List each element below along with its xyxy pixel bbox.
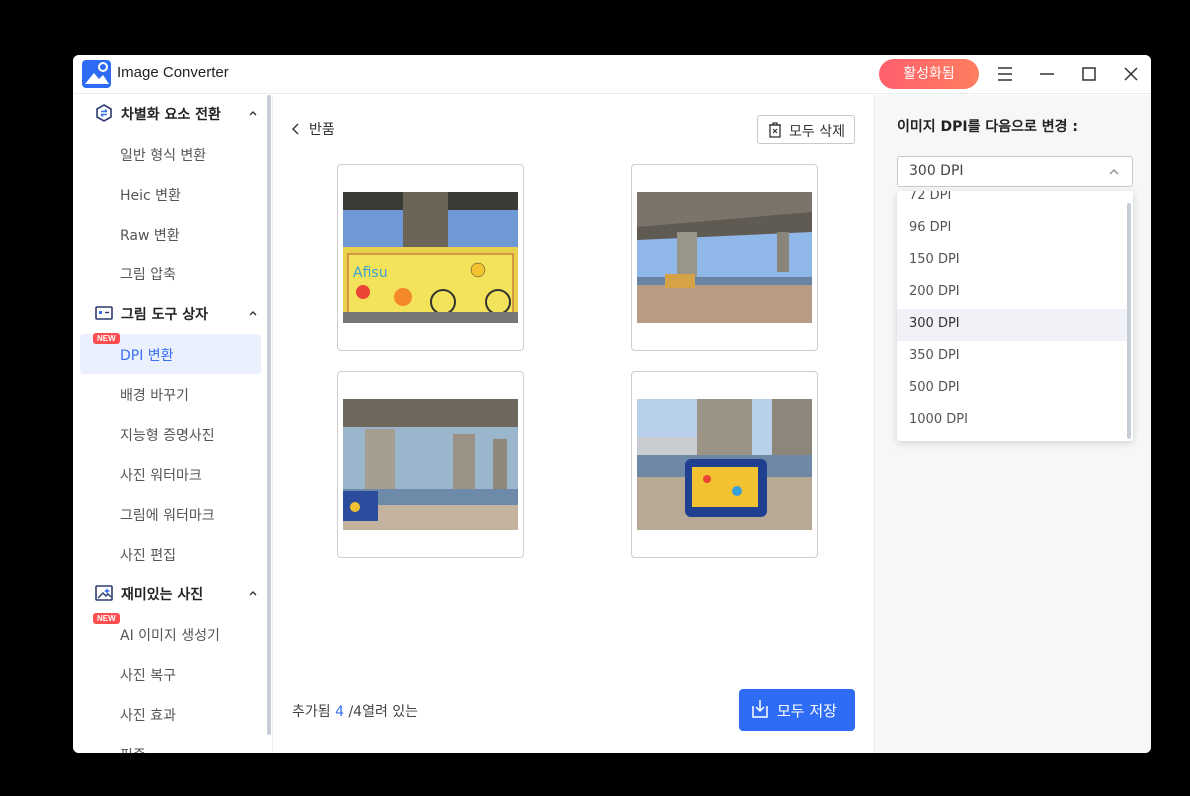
image-thumbnail-card[interactable]: Afisu xyxy=(337,164,524,351)
close-icon[interactable] xyxy=(1120,63,1142,85)
thumbnail-image xyxy=(637,192,812,323)
photo-graffiti-wall: Afisu xyxy=(343,192,518,323)
dpi-option[interactable]: 500 DPI xyxy=(897,373,1127,405)
dpi-option[interactable]: 1000 DPI xyxy=(897,405,1127,437)
sidebar-item-heic[interactable]: Heic 변환 xyxy=(80,174,261,214)
photo-sparkle-icon xyxy=(95,585,113,601)
title-bar: Image Converter 활성화됨 xyxy=(73,55,1151,94)
delete-all-button[interactable]: 모두 삭제 xyxy=(757,115,855,144)
main-content: 반품 모두 삭제 Afisu 추가됨 4 /4열려 있는 모두 저장 xyxy=(272,95,874,753)
thumbnail-image xyxy=(637,399,812,530)
thumbnail-image: Afisu xyxy=(343,192,518,323)
sidebar-item-photo-effects[interactable]: 사진 효과 xyxy=(80,694,261,734)
sidebar-item-more[interactable]: 필증 xyxy=(80,734,261,753)
image-thumbnail-card[interactable] xyxy=(337,371,524,558)
sidebar-item-dpi[interactable]: NEW DPI 변환 xyxy=(80,333,261,374)
image-count-value: 4 xyxy=(335,704,345,720)
trash-icon xyxy=(769,122,781,138)
chevron-up-icon xyxy=(249,591,257,596)
section-header-toolbox[interactable]: 그림 도구 상자 xyxy=(95,301,265,325)
dpi-option[interactable]: 350 DPI xyxy=(897,341,1127,373)
dpi-option[interactable]: 96 DPI xyxy=(897,213,1127,245)
toolbox-icon xyxy=(95,306,113,320)
sidebar-item-ai-generator[interactable]: NEW AI 이미지 생성기 xyxy=(80,613,261,654)
sidebar: 차별화 요소 전환 일반 형식 변환 Heic 변환 Raw 변환 그림 압축 … xyxy=(73,95,271,753)
app-logo-icon xyxy=(82,60,111,88)
app-title: Image Converter xyxy=(117,64,229,81)
image-count: 추가됨 4 /4열려 있는 xyxy=(292,704,419,720)
section-header-fun-photos[interactable]: 재미있는 사진 xyxy=(95,581,265,605)
settings-panel: 이미지 DPI를 다음으로 변경 : 300 DPI 72 DPI 96 DPI… xyxy=(874,95,1151,753)
dropdown-scrollbar[interactable] xyxy=(1127,203,1131,439)
maximize-icon[interactable] xyxy=(1078,63,1100,85)
chevron-up-icon xyxy=(1109,169,1119,175)
sidebar-item-image-watermark[interactable]: 그림에 워터마크 xyxy=(80,494,261,534)
activate-button[interactable]: 활성화됨 xyxy=(879,59,979,89)
sidebar-item-background[interactable]: 배경 바꾸기 xyxy=(80,374,261,414)
sidebar-item-photo-edit[interactable]: 사진 편집 xyxy=(80,534,261,574)
dpi-option-selected[interactable]: 300 DPI xyxy=(897,309,1127,341)
download-icon xyxy=(752,700,768,718)
thumbnail-image xyxy=(343,399,518,530)
image-thumbnail-card[interactable] xyxy=(631,371,818,558)
menu-icon[interactable] xyxy=(994,63,1016,85)
dpi-dropdown-list: 72 DPI 96 DPI 150 DPI 200 DPI 300 DPI 35… xyxy=(897,191,1133,441)
image-thumbnail-card[interactable] xyxy=(631,164,818,351)
sidebar-item-general-format[interactable]: 일반 형식 변환 xyxy=(80,134,261,174)
chevron-up-icon xyxy=(249,111,257,116)
dpi-label: 이미지 DPI를 다음으로 변경 : xyxy=(897,119,1078,135)
sidebar-item-compress[interactable]: 그림 압축 xyxy=(80,253,261,293)
svg-text:Afisu: Afisu xyxy=(353,265,388,281)
sidebar-item-raw[interactable]: Raw 변환 xyxy=(80,214,261,254)
sidebar-item-photo-restore[interactable]: 사진 복구 xyxy=(80,654,261,694)
dpi-option[interactable]: 200 DPI xyxy=(897,277,1127,309)
chevron-left-icon xyxy=(292,123,299,135)
new-badge: NEW xyxy=(93,613,120,624)
chevron-up-icon xyxy=(249,311,257,316)
minimize-icon[interactable] xyxy=(1036,63,1058,85)
photo-riverside-sculpture xyxy=(637,399,812,530)
sidebar-item-id-photo[interactable]: 지능형 증명사진 xyxy=(80,414,261,454)
photo-bridge-pillars xyxy=(343,399,518,530)
photo-bridge-underside xyxy=(637,192,812,323)
dpi-select[interactable]: 300 DPI xyxy=(897,156,1133,187)
sidebar-scrollbar[interactable] xyxy=(267,95,271,735)
convert-shield-icon xyxy=(96,104,112,122)
app-window: Image Converter 활성화됨 차별화 요소 전환 일반 형식 변환 … xyxy=(73,55,1151,753)
new-badge: NEW xyxy=(93,333,120,344)
dpi-option[interactable]: 150 DPI xyxy=(897,245,1127,277)
dpi-option[interactable]: 72 DPI xyxy=(897,191,1127,213)
section-header-conversion[interactable]: 차별화 요소 전환 xyxy=(95,101,265,125)
save-all-button[interactable]: 모두 저장 xyxy=(739,689,855,731)
sidebar-item-photo-watermark[interactable]: 사진 워터마크 xyxy=(80,454,261,494)
